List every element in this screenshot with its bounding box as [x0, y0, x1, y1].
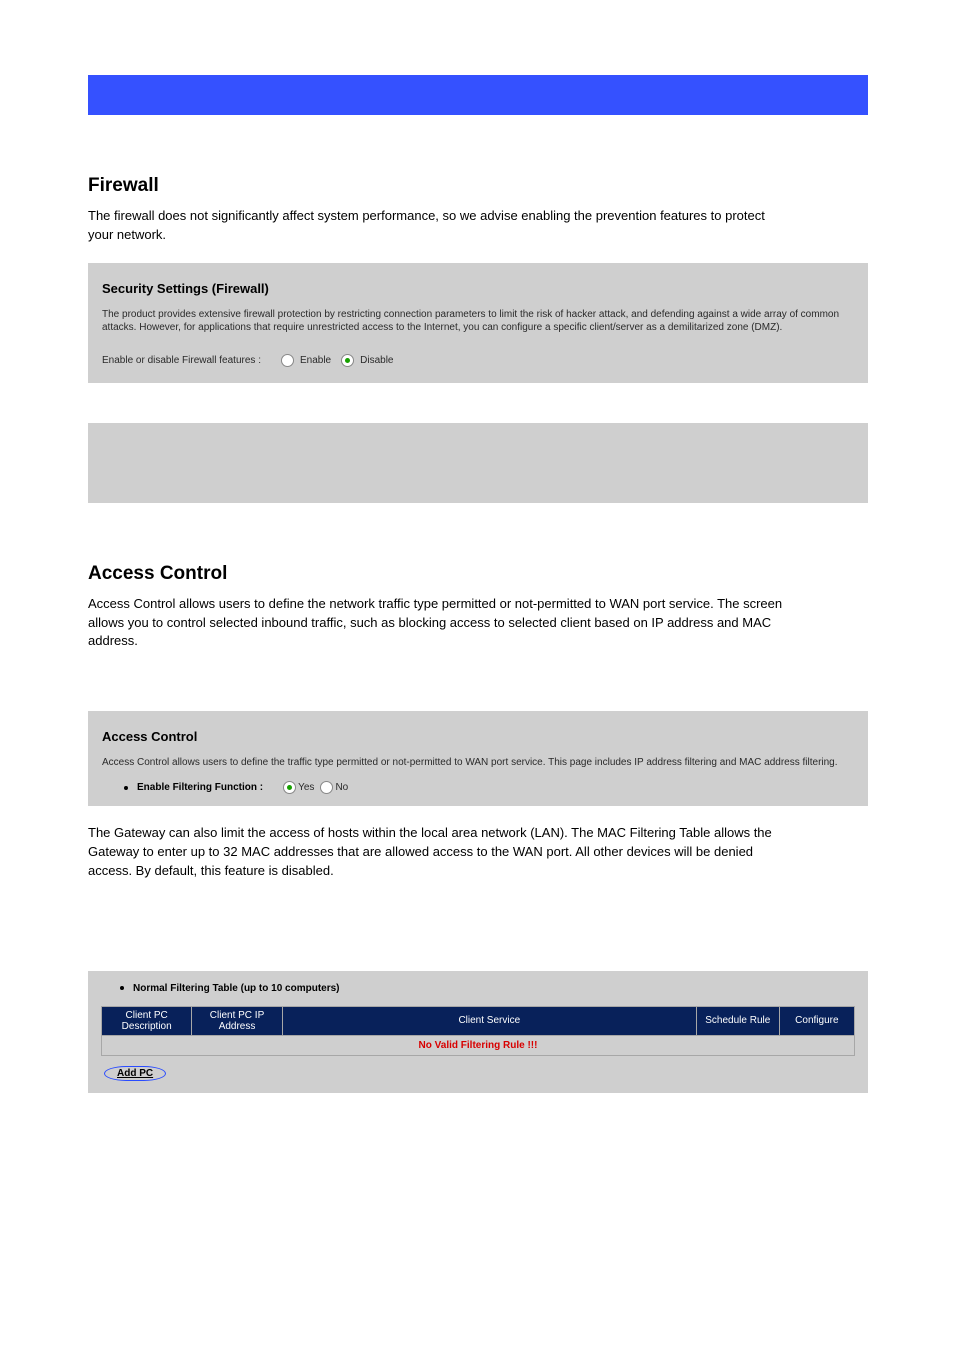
section-para-mac-filtering: The Gateway can also limit the access of… — [88, 824, 788, 881]
radio-yes[interactable] — [283, 781, 296, 794]
doc-section-access-control: Access Control Access Control allows use… — [88, 563, 954, 652]
th-client-pc-ip: Client PC IP Address — [192, 1006, 282, 1035]
section-title-firewall: Firewall — [88, 175, 954, 197]
radio-enable-label: Enable — [300, 355, 331, 366]
radio-yes-label: Yes — [298, 782, 314, 793]
bullet-icon — [120, 986, 124, 990]
filtering-function-label: Enable Filtering Function : — [137, 782, 263, 793]
section-para-access-control: Access Control allows users to define th… — [88, 595, 788, 652]
table-header-row: Client PC Description Client PC IP Addre… — [102, 1006, 855, 1035]
add-pc-button[interactable]: Add PC — [104, 1066, 166, 1081]
firewall-enable-row: Enable or disable Firewall features : En… — [102, 354, 854, 367]
panel-desc-ac: Access Control allows users to define th… — [102, 756, 854, 769]
add-pc-wrap: Add PC — [104, 1066, 858, 1081]
panel-heading-ac: Access Control — [102, 729, 854, 744]
radio-disable[interactable] — [341, 354, 354, 367]
th-client-service: Client Service — [282, 1006, 696, 1035]
panel-desc-firewall: The product provides extensive firewall … — [102, 308, 854, 334]
panel-access-control: Access Control Access Control allows use… — [88, 711, 868, 806]
th-client-pc-desc: Client PC Description — [102, 1006, 192, 1035]
radio-disable-label: Disable — [360, 355, 393, 366]
table-row-empty: No Valid Filtering Rule !!! — [102, 1035, 855, 1055]
no-valid-rule-msg: No Valid Filtering Rule !!! — [102, 1035, 855, 1055]
doc-section-firewall: Firewall The firewall does not significa… — [88, 175, 954, 245]
grey-strip — [88, 423, 868, 503]
header-blue-bar — [88, 75, 868, 115]
filtering-table-title-row: Normal Filtering Table (up to 10 compute… — [120, 983, 858, 994]
panel-filtering-table: Normal Filtering Table (up to 10 compute… — [88, 971, 868, 1093]
panel-heading-firewall: Security Settings (Firewall) — [102, 281, 854, 296]
firewall-enable-label: Enable or disable Firewall features : — [102, 355, 261, 366]
section-para-firewall: The firewall does not significantly affe… — [88, 207, 788, 245]
filtering-function-row: Enable Filtering Function : Yes No — [124, 781, 854, 794]
radio-enable[interactable] — [281, 354, 294, 367]
th-configure: Configure — [779, 1006, 854, 1035]
th-schedule-rule: Schedule Rule — [696, 1006, 779, 1035]
filtering-table: Client PC Description Client PC IP Addre… — [101, 1006, 855, 1056]
radio-no-label: No — [335, 782, 348, 793]
filtering-table-title: Normal Filtering Table (up to 10 compute… — [133, 983, 340, 994]
panel-firewall-settings: Security Settings (Firewall) The product… — [88, 263, 868, 383]
section-title-access-control: Access Control — [88, 563, 954, 585]
radio-no[interactable] — [320, 781, 333, 794]
bullet-icon — [124, 786, 128, 790]
